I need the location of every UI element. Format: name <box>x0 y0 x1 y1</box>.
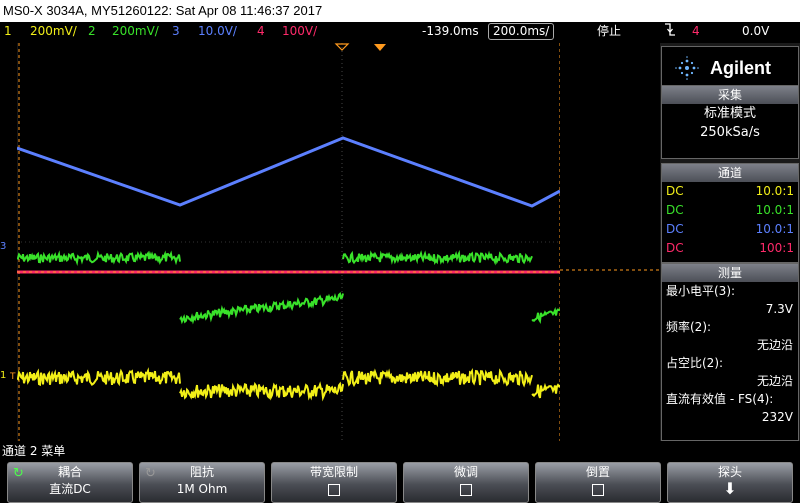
softkey-bar: ↻ 耦合 直流DC ↻ 阻抗 1M Ohm 带宽限制 微调 倒置 探头 ⬇ <box>0 461 800 503</box>
softkey-coupling[interactable]: ↻ 耦合 直流DC <box>7 462 133 503</box>
channels-header: 通道 <box>662 164 798 182</box>
waveform-display[interactable] <box>17 43 560 441</box>
measurements-panel[interactable]: 测量 最小电平(3): 7.3V 频率(2): 无边沿 占空比(2): 无边沿 … <box>661 263 799 441</box>
channel-row-2: DC 10.0:1 <box>666 203 794 217</box>
softkey-impedance[interactable]: ↻ 阻抗 1M Ohm <box>139 462 265 503</box>
delay-marker[interactable] <box>374 44 386 51</box>
acquisition-panel[interactable]: 采集 标准模式 250kSa/s <box>661 85 799 159</box>
agilent-spark-icon <box>675 56 699 80</box>
ch2-scale[interactable]: 200mV/ <box>112 22 159 41</box>
ch4-scale[interactable]: 100V/ <box>282 22 317 41</box>
channel-row-3: DC 10.0:1 <box>666 222 794 236</box>
measurements-header: 测量 <box>662 264 798 282</box>
sample-rate: 250kSa/s <box>700 125 760 140</box>
acquisition-header: 采集 <box>662 86 798 104</box>
channel-row-4: DC 100:1 <box>666 241 794 255</box>
trigger-level-line <box>560 269 660 271</box>
measurement-item: 占空比(2): 无边沿 <box>666 356 793 388</box>
brand-logo: Agilent <box>661 46 799 90</box>
ch3-trace <box>17 136 560 208</box>
invert-checkbox[interactable] <box>592 484 604 496</box>
timebase-box[interactable]: 200.0ms/ <box>488 23 555 40</box>
trigger-edge-falling-icon <box>664 22 676 43</box>
acquisition-mode: 标准模式 <box>703 106 756 121</box>
softkey-vernier[interactable]: 微调 <box>403 462 529 503</box>
ch1-scale[interactable]: 200mV/ <box>30 22 77 41</box>
ch1-trace <box>17 367 560 402</box>
ch2-trace <box>17 249 560 325</box>
run-state[interactable]: 停止 <box>597 22 621 41</box>
brand-name: Agilent <box>710 57 771 78</box>
measurement-item: 频率(2): 无边沿 <box>666 320 793 352</box>
ch1-number[interactable]: 1 <box>4 22 12 41</box>
ch3-scale[interactable]: 10.0V/ <box>198 22 237 41</box>
softkey-invert[interactable]: 倒置 <box>535 462 661 503</box>
channels-panel[interactable]: 通道 DC 10.0:1 DC 10.0:1 DC 10.0:1 DC 100:1 <box>661 163 799 263</box>
graticule-grid <box>17 43 560 441</box>
vernier-checkbox[interactable] <box>460 484 472 496</box>
measurement-item: 最小电平(3): 7.3V <box>666 284 793 316</box>
trigger-level[interactable]: 0.0V <box>742 22 769 41</box>
ch3-ground-marker[interactable]: 3 <box>0 238 17 252</box>
ch3-number[interactable]: 3 <box>172 22 180 41</box>
ch2-number[interactable]: 2 <box>88 22 96 41</box>
bw-limit-checkbox[interactable] <box>328 484 340 496</box>
side-panel: Agilent 采集 标准模式 250kSa/s 通道 DC 10.0:1 DC 1… <box>660 43 800 441</box>
window-title: MS0-X 3034A, MY51260122: Sat Apr 08 11:4… <box>3 3 323 18</box>
softkey-probe[interactable]: 探头 ⬇ <box>667 462 793 503</box>
trigger-delay[interactable]: -139.0ms <box>422 22 479 41</box>
rotate-knob-icon: ↻ <box>13 466 24 481</box>
channel-row-1: DC 10.0:1 <box>666 184 794 198</box>
rotate-knob-icon: ↻ <box>145 466 156 481</box>
menu-title: 通道 2 菜单 <box>2 444 66 458</box>
window-title-bar: MS0-X 3034A, MY51260122: Sat Apr 08 11:4… <box>0 0 800 22</box>
trigger-level-marker[interactable]: T <box>10 372 16 382</box>
measurement-item: 直流有效值 - FS(4): 232V <box>666 392 793 424</box>
ch4-number[interactable]: 4 <box>257 22 265 41</box>
submenu-arrow-icon: ⬇ <box>723 479 737 498</box>
softkey-bw-limit[interactable]: 带宽限制 <box>271 462 397 503</box>
status-bar: 1 200mV/ 2 200mV/ 3 10.0V/ 4 100V/ -139.… <box>0 22 800 41</box>
trigger-source[interactable]: 4 <box>692 22 700 41</box>
